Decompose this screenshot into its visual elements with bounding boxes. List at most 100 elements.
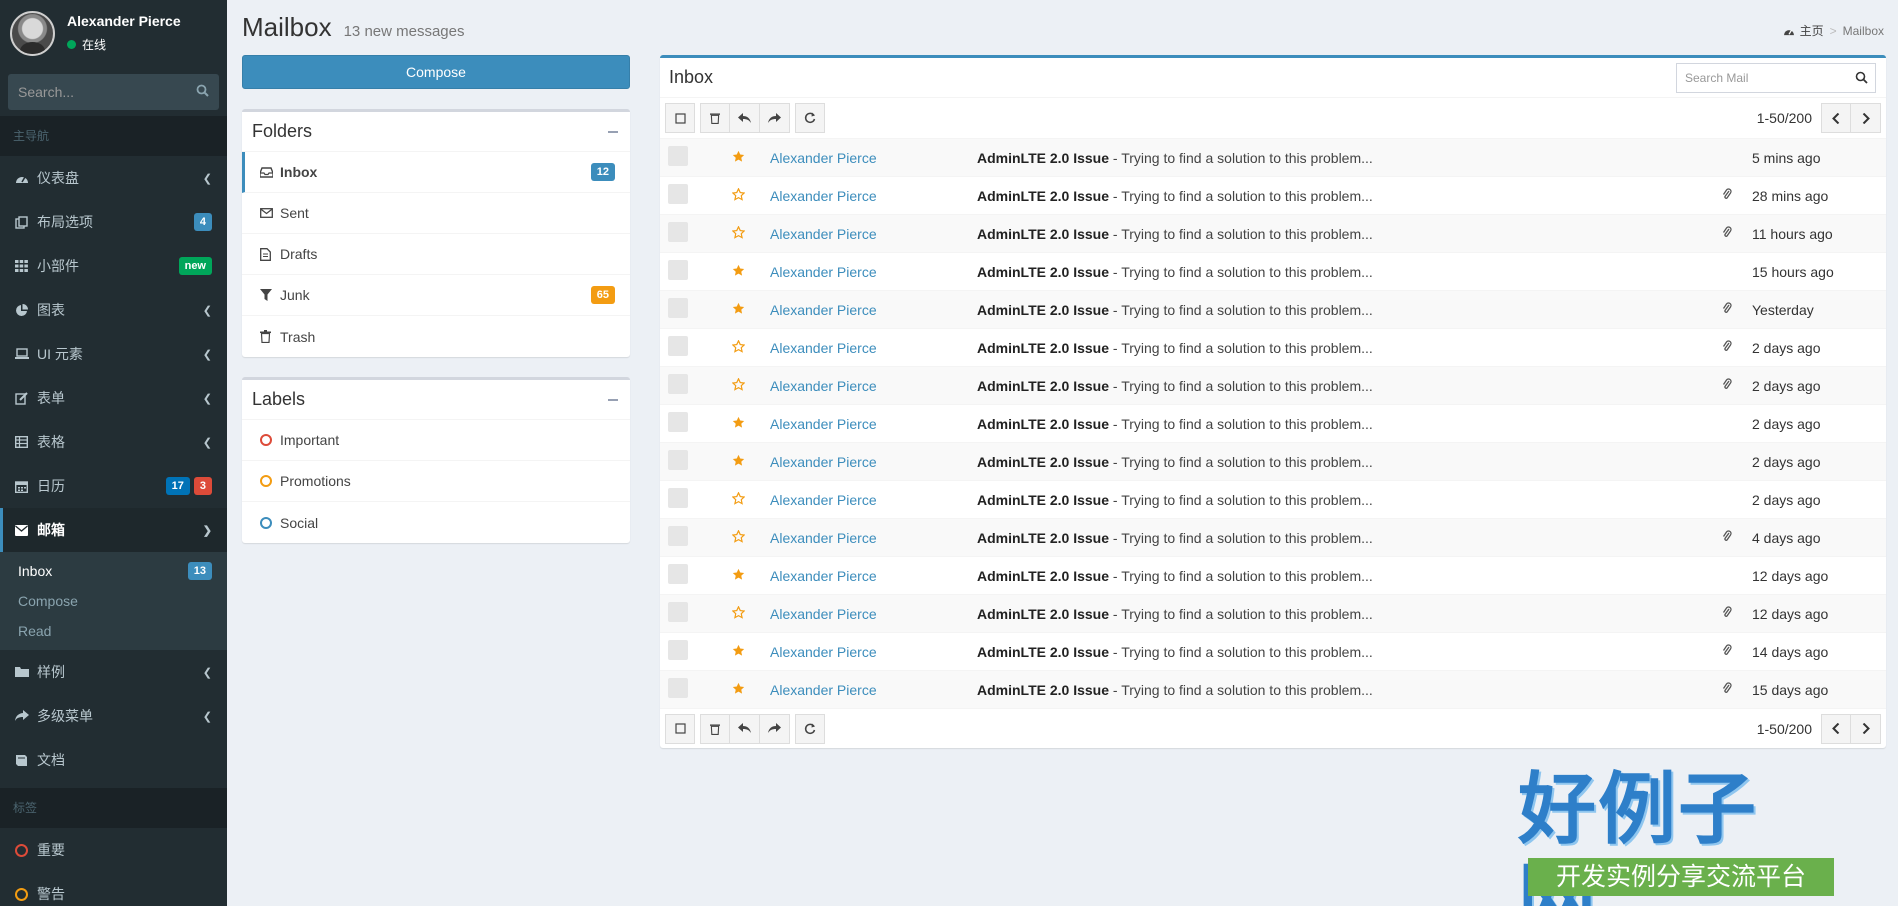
star-filled-icon[interactable] — [732, 264, 745, 280]
collapse-minus-icon[interactable] — [608, 130, 618, 133]
star-filled-icon[interactable] — [732, 302, 745, 318]
sidebar-label-important[interactable]: 重要 — [0, 828, 227, 872]
mail-sender[interactable]: Alexander Pierce — [770, 302, 977, 318]
mail-row[interactable]: Alexander Pierce AdminLTE 2.0 Issue - Tr… — [660, 594, 1886, 632]
star-outline-icon[interactable] — [731, 528, 746, 546]
refresh-button[interactable] — [795, 103, 825, 133]
mail-sender[interactable]: Alexander Pierce — [770, 226, 977, 242]
mail-sender[interactable]: Alexander Pierce — [770, 492, 977, 508]
delete-button[interactable] — [700, 713, 730, 744]
sidebar-item-forms[interactable]: 表单 ❮ — [0, 376, 227, 420]
mail-row[interactable]: Alexander Pierce AdminLTE 2.0 Issue - Tr… — [660, 138, 1886, 176]
star-filled-icon[interactable] — [732, 644, 745, 660]
mail-sender[interactable]: Alexander Pierce — [770, 530, 977, 546]
mail-checkbox[interactable] — [668, 564, 688, 584]
mail-row[interactable]: Alexander Pierce AdminLTE 2.0 Issue - Tr… — [660, 518, 1886, 556]
star-filled-icon[interactable] — [732, 682, 745, 698]
next-page-button[interactable] — [1851, 713, 1881, 744]
mail-checkbox[interactable] — [668, 526, 688, 546]
sidebar-item-widgets[interactable]: 小部件 new — [0, 244, 227, 288]
mail-row[interactable]: Alexander Pierce AdminLTE 2.0 Issue - Tr… — [660, 290, 1886, 328]
star-outline-icon[interactable] — [731, 186, 746, 204]
sidebar-item-calendar[interactable]: 日历 17 3 — [0, 464, 227, 508]
label-social[interactable]: Social — [242, 502, 630, 543]
mail-sender[interactable]: Alexander Pierce — [770, 454, 977, 470]
mail-sender[interactable]: Alexander Pierce — [770, 416, 977, 432]
sidebar-item-layout[interactable]: 布局选项 4 — [0, 200, 227, 244]
refresh-button[interactable] — [795, 713, 825, 744]
sidebar-label-warning[interactable]: 警告 — [0, 872, 227, 906]
mail-sender[interactable]: Alexander Pierce — [770, 568, 977, 584]
mail-checkbox[interactable] — [668, 298, 688, 318]
mail-row[interactable]: Alexander Pierce AdminLTE 2.0 Issue - Tr… — [660, 442, 1886, 480]
mail-sender[interactable]: Alexander Pierce — [770, 606, 977, 622]
label-important[interactable]: Important — [242, 420, 630, 461]
star-outline-icon[interactable] — [731, 490, 746, 508]
star-outline-icon[interactable] — [731, 224, 746, 242]
avatar[interactable] — [10, 10, 55, 56]
mail-sender[interactable]: Alexander Pierce — [770, 682, 977, 698]
sidebar-item-charts[interactable]: 图表 ❮ — [0, 288, 227, 332]
prev-page-button[interactable] — [1821, 713, 1851, 744]
prev-page-button[interactable] — [1821, 103, 1851, 133]
mail-checkbox[interactable] — [668, 412, 688, 432]
submenu-item-compose[interactable]: Compose — [0, 586, 227, 616]
search-icon[interactable] — [1847, 71, 1875, 84]
label-promotions[interactable]: Promotions — [242, 461, 630, 502]
mail-row[interactable]: Alexander Pierce AdminLTE 2.0 Issue - Tr… — [660, 328, 1886, 366]
breadcrumb-home[interactable]: 主页 — [1800, 22, 1824, 39]
delete-button[interactable] — [700, 103, 730, 133]
mail-row[interactable]: Alexander Pierce AdminLTE 2.0 Issue - Tr… — [660, 480, 1886, 518]
collapse-minus-icon[interactable] — [608, 398, 618, 401]
mail-checkbox[interactable] — [668, 184, 688, 204]
mail-checkbox[interactable] — [668, 260, 688, 280]
compose-button[interactable]: Compose — [242, 55, 630, 89]
sidebar-item-tables[interactable]: 表格 ❮ — [0, 420, 227, 464]
submenu-item-inbox[interactable]: Inbox 13 — [0, 556, 227, 586]
folder-sent[interactable]: Sent — [242, 193, 630, 234]
star-filled-icon[interactable] — [732, 150, 745, 166]
mail-checkbox[interactable] — [668, 450, 688, 470]
sidebar-item-ui-elements[interactable]: UI 元素 ❮ — [0, 332, 227, 376]
mail-sender[interactable]: Alexander Pierce — [770, 150, 977, 166]
folder-junk[interactable]: Junk 65 — [242, 275, 630, 316]
select-all-button[interactable] — [665, 103, 695, 133]
forward-button[interactable] — [760, 713, 790, 744]
mail-sender[interactable]: Alexander Pierce — [770, 378, 977, 394]
folder-trash[interactable]: Trash — [242, 316, 630, 357]
star-outline-icon[interactable] — [731, 338, 746, 356]
mail-row[interactable]: Alexander Pierce AdminLTE 2.0 Issue - Tr… — [660, 556, 1886, 594]
mail-sender[interactable]: Alexander Pierce — [770, 340, 977, 356]
mail-sender[interactable]: Alexander Pierce — [770, 644, 977, 660]
mail-checkbox[interactable] — [668, 678, 688, 698]
mail-row[interactable]: Alexander Pierce AdminLTE 2.0 Issue - Tr… — [660, 404, 1886, 442]
mail-checkbox[interactable] — [668, 222, 688, 242]
search-icon[interactable] — [196, 84, 209, 100]
next-page-button[interactable] — [1851, 103, 1881, 133]
star-filled-icon[interactable] — [732, 416, 745, 432]
star-filled-icon[interactable] — [732, 568, 745, 584]
select-all-button[interactable] — [665, 713, 695, 744]
mail-row[interactable]: Alexander Pierce AdminLTE 2.0 Issue - Tr… — [660, 214, 1886, 252]
mail-search-input[interactable] — [1685, 70, 1847, 85]
mail-checkbox[interactable] — [668, 374, 688, 394]
mail-checkbox[interactable] — [668, 488, 688, 508]
mail-row[interactable]: Alexander Pierce AdminLTE 2.0 Issue - Tr… — [660, 632, 1886, 670]
mail-checkbox[interactable] — [668, 640, 688, 660]
sidebar-item-mailbox[interactable]: 邮箱 ❯ — [0, 508, 227, 552]
mail-checkbox[interactable] — [668, 336, 688, 356]
mail-row[interactable]: Alexander Pierce AdminLTE 2.0 Issue - Tr… — [660, 252, 1886, 290]
sidebar-search-input[interactable] — [18, 84, 196, 100]
sidebar-item-examples[interactable]: 样例 ❮ — [0, 650, 227, 694]
mail-checkbox[interactable] — [668, 146, 688, 166]
mail-sender[interactable]: Alexander Pierce — [770, 264, 977, 280]
folder-drafts[interactable]: Drafts — [242, 234, 630, 275]
sidebar-item-multilevel[interactable]: 多级菜单 ❮ — [0, 694, 227, 738]
mail-row[interactable]: Alexander Pierce AdminLTE 2.0 Issue - Tr… — [660, 670, 1886, 708]
sidebar-item-docs[interactable]: 文档 — [0, 738, 227, 782]
mail-row[interactable]: Alexander Pierce AdminLTE 2.0 Issue - Tr… — [660, 176, 1886, 214]
mail-checkbox[interactable] — [668, 602, 688, 622]
sidebar-item-dashboard[interactable]: 仪表盘 ❮ — [0, 156, 227, 200]
reply-button[interactable] — [730, 103, 760, 133]
reply-button[interactable] — [730, 713, 760, 744]
